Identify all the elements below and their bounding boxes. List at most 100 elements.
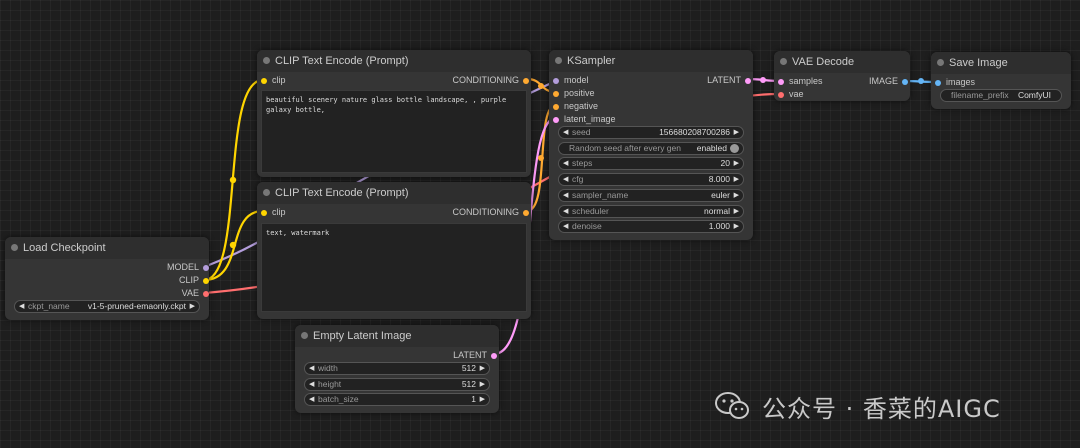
collapse-icon[interactable] <box>937 59 944 66</box>
image-socket-icon[interactable] <box>902 79 908 85</box>
collapse-icon[interactable] <box>263 189 270 196</box>
arrow-right-icon[interactable]: ▶ <box>734 174 739 185</box>
reroute-dot <box>538 83 544 89</box>
input-negative[interactable]: negative <box>552 101 598 111</box>
output-model[interactable]: MODEL <box>167 262 209 272</box>
filename-prefix-text[interactable]: filename_prefix ComfyUI <box>940 89 1062 102</box>
widget-name: sampler_name <box>572 190 629 200</box>
model-socket-icon[interactable] <box>553 78 559 84</box>
widget-name: seed <box>572 127 591 137</box>
collapse-icon[interactable] <box>555 57 562 64</box>
input-latent-image[interactable]: latent_image <box>552 114 616 124</box>
width-number[interactable]: ◀ width 512 ▶ <box>304 362 490 375</box>
node-clip-text-encode-negative[interactable]: CLIP Text Encode (Prompt) clip CONDITION… <box>257 182 531 319</box>
batch-size-number[interactable]: ◀ batch_size 1 ▶ <box>304 393 490 406</box>
latent-socket-icon[interactable] <box>745 78 751 84</box>
node-title[interactable]: CLIP Text Encode (Prompt) <box>257 182 531 204</box>
arrow-left-icon[interactable]: ◀ <box>563 206 568 217</box>
collapse-icon[interactable] <box>263 57 270 64</box>
output-image[interactable]: IMAGE <box>869 76 908 86</box>
input-vae[interactable]: vae <box>777 89 804 99</box>
output-vae[interactable]: VAE <box>182 288 209 298</box>
collapse-icon[interactable] <box>780 58 787 65</box>
node-title[interactable]: CLIP Text Encode (Prompt) <box>257 50 531 72</box>
output-conditioning[interactable]: CONDITIONING <box>453 207 529 217</box>
node-vae-decode[interactable]: VAE Decode samples vae IMAGE <box>774 51 910 101</box>
toggle-icon[interactable] <box>730 144 739 153</box>
arrow-left-icon[interactable]: ◀ <box>309 394 314 405</box>
arrow-right-icon[interactable]: ▶ <box>734 127 739 138</box>
output-clip[interactable]: CLIP <box>179 275 209 285</box>
image-socket-icon[interactable] <box>935 80 941 86</box>
arrow-left-icon[interactable]: ◀ <box>563 174 568 185</box>
node-ksampler[interactable]: KSampler model positive negative latent_… <box>549 50 753 240</box>
node-save-image[interactable]: Save Image images filename_prefix ComfyU… <box>931 52 1071 109</box>
height-number[interactable]: ◀ height 512 ▶ <box>304 378 490 391</box>
cfg-number[interactable]: ◀ cfg 8.000 ▶ <box>558 173 744 186</box>
arrow-right-icon[interactable]: ▶ <box>734 190 739 201</box>
node-load-checkpoint[interactable]: Load Checkpoint MODEL CLIP VAE ◀ ckpt_na… <box>5 237 209 320</box>
clip-socket-icon[interactable] <box>261 78 267 84</box>
clip-socket-icon[interactable] <box>261 210 267 216</box>
arrow-right-icon[interactable]: ▶ <box>734 158 739 169</box>
ckpt-name-combo[interactable]: ◀ ckpt_name v1-5-pruned-emaonly.ckpt ▶ <box>14 300 200 313</box>
scheduler-combo[interactable]: ◀ scheduler normal ▶ <box>558 205 744 218</box>
widget-value: enabled <box>696 143 727 153</box>
arrow-right-icon[interactable]: ▶ <box>734 221 739 232</box>
collapse-icon[interactable] <box>301 332 308 339</box>
arrow-left-icon[interactable]: ◀ <box>309 379 314 390</box>
output-latent[interactable]: LATENT <box>707 75 751 85</box>
slot-label: negative <box>564 101 599 111</box>
sampler-name-combo[interactable]: ◀ sampler_name euler ▶ <box>558 189 744 202</box>
vae-socket-icon[interactable] <box>778 92 784 98</box>
model-socket-icon[interactable] <box>203 265 209 271</box>
input-images[interactable]: images <box>934 77 975 87</box>
input-clip[interactable]: clip <box>260 75 286 85</box>
input-positive[interactable]: positive <box>552 88 595 98</box>
clip-socket-icon[interactable] <box>203 278 209 284</box>
random-seed-toggle[interactable]: Random seed after every gen enabled <box>558 142 744 155</box>
prompt-textarea[interactable]: beautiful scenery nature glass bottle la… <box>261 90 527 173</box>
node-title[interactable]: VAE Decode <box>774 51 910 73</box>
node-title[interactable]: KSampler <box>549 50 753 72</box>
denoise-number[interactable]: ◀ denoise 1.000 ▶ <box>558 220 744 233</box>
vae-socket-icon[interactable] <box>203 291 209 297</box>
conditioning-socket-icon[interactable] <box>553 104 559 110</box>
widget-value: 1 <box>471 394 476 404</box>
arrow-right-icon[interactable]: ▶ <box>190 301 195 312</box>
latent-socket-icon[interactable] <box>778 79 784 85</box>
conditioning-socket-icon[interactable] <box>523 78 529 84</box>
node-links <box>202 77 939 356</box>
latent-socket-icon[interactable] <box>553 117 559 123</box>
input-model[interactable]: model <box>552 75 589 85</box>
conditioning-socket-icon[interactable] <box>523 210 529 216</box>
arrow-right-icon[interactable]: ▶ <box>480 363 485 374</box>
steps-number[interactable]: ◀ steps 20 ▶ <box>558 157 744 170</box>
arrow-left-icon[interactable]: ◀ <box>563 221 568 232</box>
output-conditioning[interactable]: CONDITIONING <box>453 75 529 85</box>
output-latent[interactable]: LATENT <box>453 350 497 360</box>
arrow-left-icon[interactable]: ◀ <box>563 190 568 201</box>
node-empty-latent-image[interactable]: Empty Latent Image LATENT ◀ width 512 ▶ … <box>295 325 499 413</box>
node-title[interactable]: Save Image <box>931 52 1071 74</box>
seed-number[interactable]: ◀ seed 156680208700286 ▶ <box>558 126 744 139</box>
arrow-right-icon[interactable]: ▶ <box>734 206 739 217</box>
node-title[interactable]: Load Checkpoint <box>5 237 209 259</box>
arrow-left-icon[interactable]: ◀ <box>563 158 568 169</box>
input-samples[interactable]: samples <box>777 76 823 86</box>
slot-label: VAE <box>181 288 199 298</box>
node-title[interactable]: Empty Latent Image <box>295 325 499 347</box>
widget-value: 8.000 <box>708 174 730 184</box>
arrow-right-icon[interactable]: ▶ <box>480 379 485 390</box>
prompt-textarea[interactable]: text, watermark <box>261 223 527 312</box>
arrow-left-icon[interactable]: ◀ <box>563 127 568 138</box>
node-clip-text-encode-positive[interactable]: CLIP Text Encode (Prompt) clip CONDITION… <box>257 50 531 177</box>
watermark-text: 公众号 · 香菜的AIGC <box>762 394 1001 423</box>
arrow-left-icon[interactable]: ◀ <box>309 363 314 374</box>
collapse-icon[interactable] <box>11 244 18 251</box>
arrow-right-icon[interactable]: ▶ <box>480 394 485 405</box>
arrow-left-icon[interactable]: ◀ <box>19 301 24 312</box>
input-clip[interactable]: clip <box>260 207 286 217</box>
conditioning-socket-icon[interactable] <box>553 91 559 97</box>
latent-socket-icon[interactable] <box>491 353 497 359</box>
